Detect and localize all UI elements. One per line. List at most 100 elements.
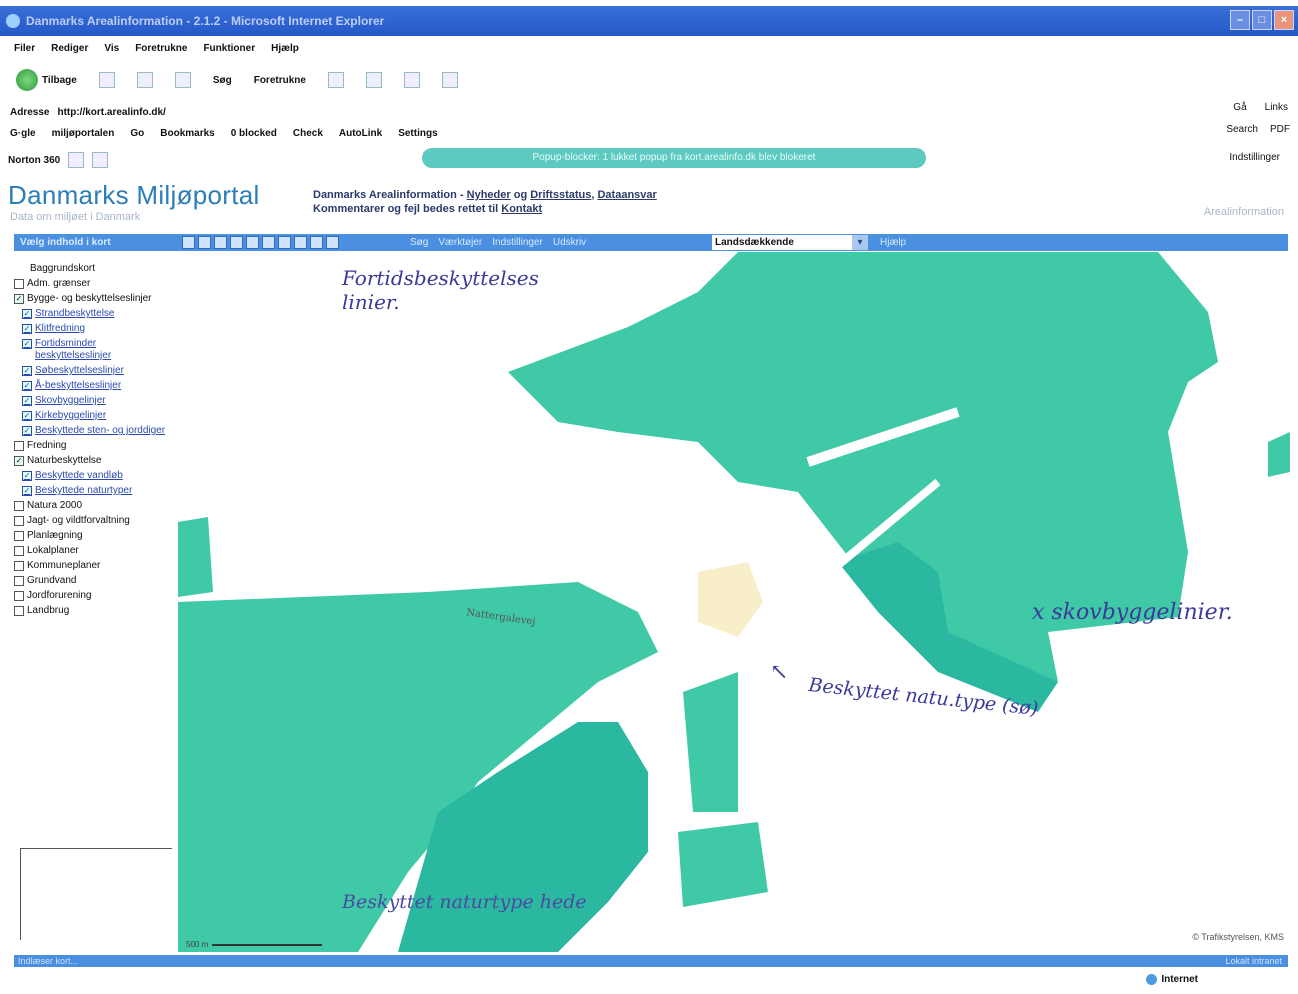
favorites-button[interactable]: Foretrukne [254, 75, 306, 86]
layer-item[interactable]: Jagt- og vildtforvaltning [14, 512, 174, 527]
popups-blocked[interactable]: 0 blocked [231, 128, 277, 139]
messenger-icon[interactable] [441, 72, 458, 88]
stop-icon[interactable] [98, 72, 115, 88]
pdf-button[interactable]: PDF [1270, 124, 1290, 135]
layer-item[interactable]: ✓ Strandbeskyttelse [14, 305, 174, 320]
menu-favorites[interactable]: Foretrukne [135, 43, 187, 54]
layer-item[interactable]: ✓ Søbeskyttelseslinjer [14, 362, 174, 377]
search-button[interactable]: Søg [213, 75, 232, 86]
address-input[interactable]: http://kort.arealinfo.dk/ [57, 107, 165, 118]
layer-checkbox[interactable]: ✓ [22, 471, 32, 481]
layer-checkbox[interactable] [14, 606, 24, 616]
area-select[interactable]: Landsdækkende [712, 235, 852, 250]
layer-item[interactable]: ✓ Beskyttede naturtyper [14, 482, 174, 497]
layer-item[interactable]: Jordforurening [14, 587, 174, 602]
autolink-button[interactable]: AutoLink [339, 128, 382, 139]
norton-safeweb-icon[interactable] [92, 152, 109, 168]
layer-item[interactable]: Planlægning [14, 527, 174, 542]
layer-checkbox[interactable] [14, 531, 24, 541]
layer-checkbox[interactable] [14, 576, 24, 586]
layer-checkbox[interactable] [14, 501, 24, 511]
menu-search[interactable]: Søg [410, 237, 428, 248]
popup-blocked-banner[interactable]: Popup-blocker: 1 lukket popup fra kort.a… [422, 148, 926, 168]
close-button[interactable]: × [1274, 10, 1294, 30]
norton-shield-icon[interactable] [68, 152, 85, 168]
back-extent-icon[interactable] [182, 236, 195, 249]
menu-tools-map[interactable]: Værktøjer [438, 237, 482, 248]
data-responsibility-link[interactable]: Dataansvar [597, 189, 656, 201]
menu-settings[interactable]: Indstillinger [492, 237, 543, 248]
full-extent-icon[interactable] [246, 236, 259, 249]
maximize-button[interactable]: □ [1252, 10, 1272, 30]
search-toolbar-button[interactable]: Search [1226, 124, 1258, 135]
help-menu[interactable]: Hjælp [880, 237, 906, 248]
contact-link[interactable]: Kontakt [501, 203, 542, 215]
zoom-out-icon[interactable] [230, 236, 243, 249]
identify-icon[interactable] [326, 236, 339, 249]
layer-item[interactable]: Grundvand [14, 572, 174, 587]
layer-checkbox[interactable]: ✓ [22, 309, 32, 319]
layer-item[interactable]: ✓ Skovbyggelinjer [14, 392, 174, 407]
mail-icon[interactable] [365, 72, 382, 88]
chevron-down-icon[interactable]: ▾ [852, 235, 868, 250]
layer-item[interactable]: Landbrug [14, 602, 174, 617]
history-icon[interactable] [327, 72, 344, 88]
layer-checkbox[interactable]: ✓ [22, 486, 32, 496]
norton-settings[interactable]: Indstillinger [1229, 152, 1280, 163]
layer-item[interactable]: Kommuneplaner [14, 557, 174, 572]
minimize-button[interactable]: – [1230, 10, 1250, 30]
layer-item[interactable]: ✓ Naturbeskyttelse [14, 452, 174, 467]
layer-checkbox[interactable]: ✓ [22, 324, 32, 334]
forward-extent-icon[interactable] [198, 236, 211, 249]
layer-checkbox[interactable] [14, 441, 24, 451]
layer-item[interactable]: ✓ Klitfredning [14, 320, 174, 335]
refresh-icon[interactable] [136, 72, 153, 88]
overview-map[interactable] [20, 848, 172, 940]
layer-checkbox[interactable]: ✓ [14, 456, 24, 466]
layer-item[interactable]: ✓ Bygge- og beskyttelseslinjer [14, 290, 174, 305]
menu-help[interactable]: Hjælp [271, 43, 299, 54]
zoom-box-icon[interactable] [262, 236, 275, 249]
layer-item[interactable]: ✓ Å-beskyttelseslinjer [14, 377, 174, 392]
links-button[interactable]: Links [1265, 102, 1288, 113]
back-button[interactable]: Tilbage [16, 69, 77, 91]
go-button[interactable]: Gå [1233, 102, 1246, 113]
portal-logo[interactable]: Danmarks Miljøportal [8, 180, 260, 211]
layer-checkbox[interactable] [14, 279, 24, 289]
layer-item[interactable]: ✓ Fortidsminder beskyttelseslinjer [14, 335, 174, 362]
menu-print[interactable]: Udskriv [553, 237, 586, 248]
layer-item[interactable]: ✓ Beskyttede vandløb [14, 467, 174, 482]
layer-checkbox[interactable]: ✓ [22, 366, 32, 376]
pan-hand-icon[interactable] [278, 236, 291, 249]
home-icon[interactable] [174, 72, 191, 88]
layer-checkbox[interactable]: ✓ [22, 411, 32, 421]
google-go-button[interactable]: Go [130, 128, 144, 139]
layer-checkbox[interactable] [14, 516, 24, 526]
menu-edit[interactable]: Rediger [51, 43, 88, 54]
status-link[interactable]: Driftsstatus [530, 189, 591, 201]
info-icon[interactable] [294, 236, 307, 249]
spellcheck-button[interactable]: Check [293, 128, 323, 139]
bookmarks-button[interactable]: Bookmarks [160, 128, 214, 139]
layer-checkbox[interactable]: ✓ [14, 294, 24, 304]
layer-checkbox[interactable] [14, 546, 24, 556]
layer-item[interactable]: ✓ Beskyttede sten- og jorddiger [14, 422, 174, 437]
print-icon[interactable] [403, 72, 420, 88]
zoom-in-icon[interactable] [214, 236, 227, 249]
legend-icon[interactable] [310, 236, 323, 249]
layer-item[interactable]: Fredning [14, 437, 174, 452]
menu-file[interactable]: Filer [14, 43, 35, 54]
layer-checkbox[interactable]: ✓ [22, 339, 32, 349]
layer-item[interactable]: Natura 2000 [14, 497, 174, 512]
layer-checkbox[interactable]: ✓ [22, 396, 32, 406]
layer-checkbox[interactable]: ✓ [22, 381, 32, 391]
layer-item[interactable]: Baggrundskort [14, 260, 174, 275]
layer-item[interactable]: Lokalplaner [14, 542, 174, 557]
norton-label[interactable]: Norton 360 [8, 155, 60, 166]
layer-checkbox[interactable] [14, 561, 24, 571]
layer-item[interactable]: Adm. grænser [14, 275, 174, 290]
menu-view[interactable]: Vis [104, 43, 119, 54]
news-link[interactable]: Nyheder [467, 189, 511, 201]
google-search-input[interactable]: miljøportalen [52, 128, 115, 139]
layer-checkbox[interactable]: ✓ [22, 426, 32, 436]
